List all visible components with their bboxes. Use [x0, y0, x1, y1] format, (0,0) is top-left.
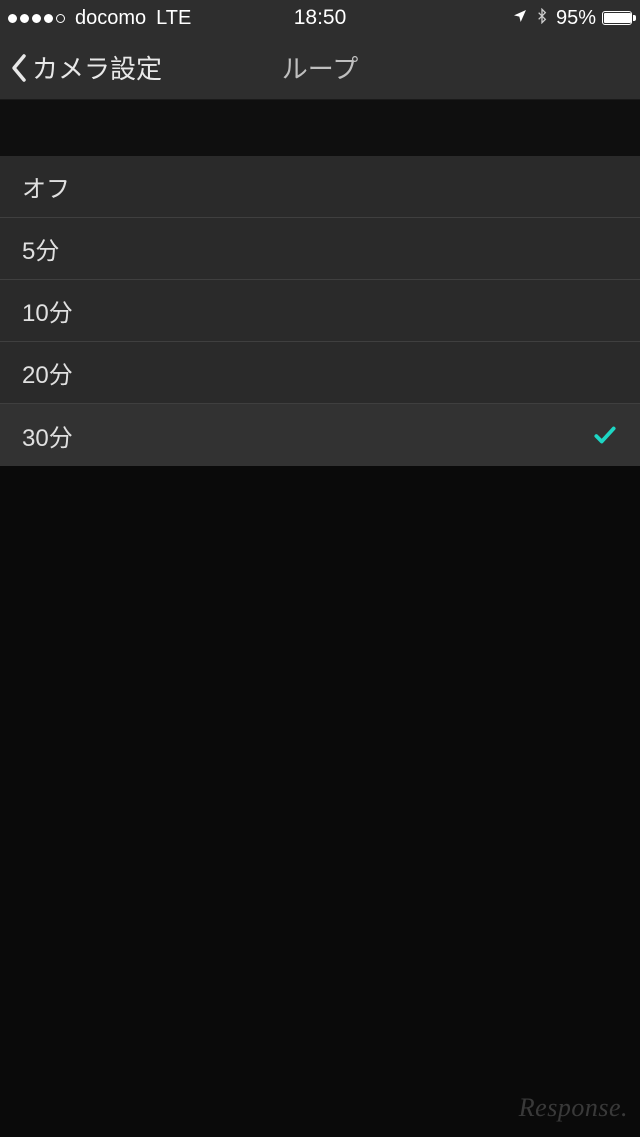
- option-off[interactable]: オフ: [0, 156, 640, 218]
- nav-bar: カメラ設定 ループ: [0, 36, 640, 100]
- page-title: ループ: [282, 49, 358, 86]
- option-label: 30分: [22, 418, 73, 453]
- back-button[interactable]: カメラ設定: [0, 49, 162, 86]
- section-spacer: [0, 100, 640, 156]
- bluetooth-icon: [534, 7, 550, 30]
- option-label: 5分: [22, 231, 59, 266]
- status-right: 95%: [512, 7, 632, 30]
- back-label: カメラ設定: [32, 49, 162, 86]
- status-left: docomo LTE: [8, 7, 191, 30]
- check-icon: [592, 422, 618, 448]
- option-30min[interactable]: 30分: [0, 404, 640, 466]
- status-bar: docomo LTE 18:50 95%: [0, 0, 640, 36]
- battery-percent: 95%: [556, 7, 596, 30]
- watermark: Response.: [519, 1093, 628, 1123]
- clock: 18:50: [294, 6, 347, 30]
- option-10min[interactable]: 10分: [0, 280, 640, 342]
- option-label: オフ: [22, 169, 70, 204]
- option-label: 20分: [22, 355, 73, 390]
- chevron-left-icon: [10, 53, 28, 83]
- battery-icon: [602, 11, 632, 25]
- options-list: オフ 5分 10分 20分 30分: [0, 156, 640, 466]
- location-icon: [512, 7, 528, 30]
- signal-dots: [8, 14, 65, 23]
- carrier-label: docomo: [75, 7, 146, 30]
- option-20min[interactable]: 20分: [0, 342, 640, 404]
- network-label: LTE: [156, 7, 191, 30]
- option-5min[interactable]: 5分: [0, 218, 640, 280]
- option-label: 10分: [22, 293, 73, 328]
